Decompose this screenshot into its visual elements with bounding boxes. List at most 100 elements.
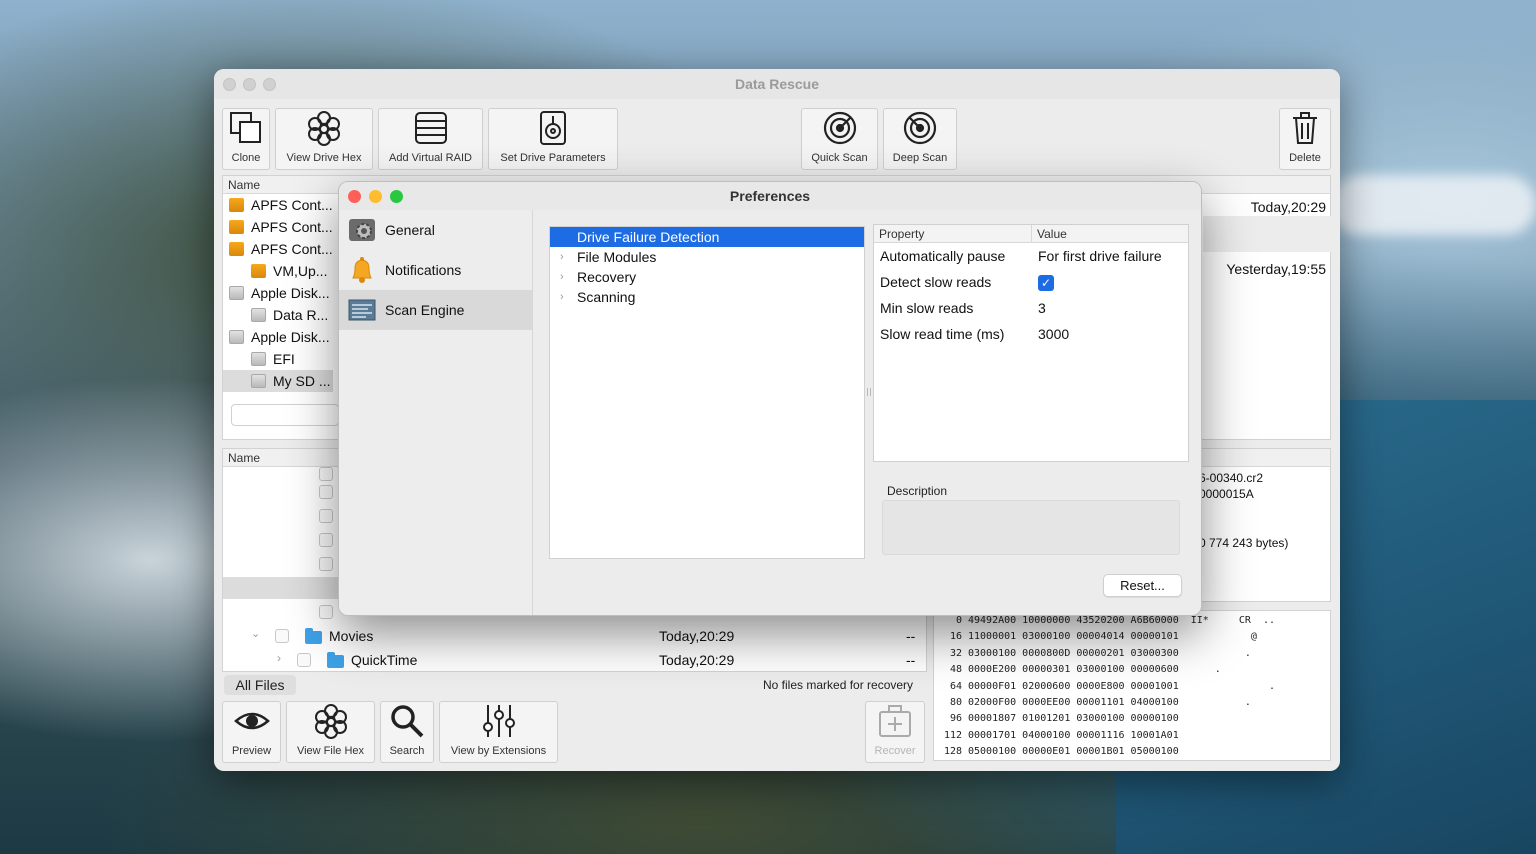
chevron-right-icon[interactable]: › xyxy=(560,291,577,303)
hex-ascii: @ xyxy=(1190,631,1257,643)
deep-scan-button[interactable]: Deep Scan xyxy=(883,108,957,170)
set-drive-parameters-button[interactable]: Set Drive Parameters xyxy=(488,108,618,170)
chevron-right-icon[interactable]: › xyxy=(560,251,577,263)
hex-row: 96 00001807 01001201 03000100 00000100 xyxy=(934,713,1330,729)
hex-offset: 64 xyxy=(949,680,962,692)
sidebar-item-label: General xyxy=(385,222,435,238)
drive-row-selected[interactable]: My SD ... xyxy=(223,370,333,392)
file-checkbox[interactable] xyxy=(319,467,333,481)
property-row[interactable]: Slow read time (ms) 3000 xyxy=(874,321,1188,347)
split-resize-handle[interactable] xyxy=(867,388,871,396)
file-row-quicktime[interactable]: › QuickTime Today,20:29 -- xyxy=(223,649,926,671)
category-file-modules[interactable]: › File Modules xyxy=(550,247,864,267)
chevron-right-icon[interactable]: › xyxy=(560,271,577,283)
bell-icon xyxy=(347,256,377,284)
raid-stack-icon xyxy=(414,112,447,144)
recover-button[interactable]: Recover xyxy=(865,701,925,763)
drive-label: APFS Cont... xyxy=(251,241,333,257)
view-drive-hex-label: View Drive Hex xyxy=(286,152,362,164)
hex-row: 48 0000E200 00000301 03000100 00000600 . xyxy=(934,664,1330,680)
category-drive-failure-detection[interactable]: Drive Failure Detection xyxy=(550,227,864,247)
hex-bytes: 49492A00 10000000 43520200 A6B60000 xyxy=(968,615,1179,626)
file-checkbox[interactable] xyxy=(319,605,333,619)
first-aid-box-icon xyxy=(879,705,911,737)
file-checkbox[interactable] xyxy=(319,509,333,523)
file-checkbox[interactable] xyxy=(319,485,333,499)
scan-engine-icon xyxy=(347,296,377,324)
view-file-hex-button[interactable]: View File Hex xyxy=(286,701,375,763)
category-scanning[interactable]: › Scanning xyxy=(550,287,864,307)
file-name: QuickTime xyxy=(351,652,418,668)
clone-button[interactable]: Clone xyxy=(222,108,270,170)
category-list: Drive Failure Detection › File Modules › R… xyxy=(549,226,865,559)
file-date: Today,20:29 xyxy=(659,652,735,668)
hex-ascii xyxy=(1179,730,1191,746)
view-by-extensions-button[interactable]: View by Extensions xyxy=(439,701,558,763)
hex-offset: 48 xyxy=(949,664,962,676)
recover-label: Recover xyxy=(874,745,916,757)
property-row[interactable]: Detect slow reads ✓ xyxy=(874,269,1188,295)
drive-orange-icon xyxy=(229,220,244,234)
property-value[interactable]: 3 xyxy=(1032,300,1188,316)
hex-ascii xyxy=(1179,713,1191,729)
hex-row: 112 00001701 04000100 00001116 10001A01 xyxy=(934,730,1330,746)
delete-button[interactable]: Delete xyxy=(1279,108,1331,170)
category-recovery[interactable]: › Recovery xyxy=(550,267,864,287)
hex-offset: 96 xyxy=(949,713,962,725)
folder-icon xyxy=(327,652,344,668)
file-checkbox[interactable] xyxy=(319,533,333,547)
detect-slow-reads-checkbox[interactable]: ✓ xyxy=(1038,274,1054,291)
gear-icon xyxy=(347,216,377,244)
hex-row: 80 02000F00 0000EE00 00001101 04000100 . xyxy=(934,697,1330,713)
property-row[interactable]: Min slow reads 3 xyxy=(874,295,1188,321)
drive-label: APFS Cont... xyxy=(251,219,333,235)
property-value: ✓ xyxy=(1032,274,1188,291)
drive-row-highlight xyxy=(1203,216,1331,252)
file-row-selected[interactable] xyxy=(223,577,341,599)
file-checkbox[interactable] xyxy=(275,629,289,643)
drive-orange-icon xyxy=(229,242,244,256)
description-label: Description xyxy=(887,484,948,498)
property-name: Slow read time (ms) xyxy=(880,326,1005,342)
recovery-status: No files marked for recovery xyxy=(763,678,914,692)
file-checkbox[interactable] xyxy=(319,557,333,571)
chevron-right-icon[interactable]: › xyxy=(277,651,281,665)
hex-bytes: 02000F00 0000EE00 00001101 04000100 xyxy=(968,696,1179,708)
drive-filter-input[interactable] xyxy=(231,404,339,426)
search-label: Search xyxy=(389,745,425,757)
quick-scan-button[interactable]: Quick Scan xyxy=(801,108,878,170)
drive-label: Data R... xyxy=(273,307,329,323)
radar-icon xyxy=(903,111,937,145)
hex-bytes: 03000100 0000800D 00000201 03000300 xyxy=(968,647,1179,659)
all-files-filter[interactable]: All Files xyxy=(224,675,296,695)
sidebar-item-notifications[interactable]: Notifications xyxy=(339,250,532,290)
chevron-down-icon[interactable]: ⌄ xyxy=(251,627,260,640)
deep-scan-label: Deep Scan xyxy=(892,152,948,164)
file-size: -- xyxy=(906,628,916,644)
property-value[interactable]: For first drive failure xyxy=(1032,248,1188,264)
hex-flower-icon xyxy=(308,111,340,146)
search-button[interactable]: Search xyxy=(380,701,434,763)
hex-row: 16 11000001 03000100 00004014 00000101 @ xyxy=(934,631,1330,647)
sidebar-item-general[interactable]: General xyxy=(339,210,532,250)
reset-button[interactable]: Reset... xyxy=(1103,574,1182,597)
delete-label: Delete xyxy=(1289,152,1321,164)
file-checkbox[interactable] xyxy=(297,653,311,667)
file-row-movies[interactable]: ⌄ Movies Today,20:29 -- xyxy=(223,625,926,647)
file-size: -- xyxy=(906,652,916,668)
value-column-header: Value xyxy=(1037,227,1067,241)
add-virtual-raid-button[interactable]: Add Virtual RAID xyxy=(378,108,483,170)
drive-gray-icon xyxy=(251,374,266,388)
clone-label: Clone xyxy=(231,152,261,164)
property-row[interactable]: Automatically pause For first drive fail… xyxy=(874,243,1188,269)
preview-button[interactable]: Preview xyxy=(222,701,281,763)
property-value[interactable]: 3000 xyxy=(1032,326,1188,342)
drive-gray-icon xyxy=(251,308,266,322)
clone-icon xyxy=(230,112,261,143)
hex-row: 64 00000F01 02000600 0000E800 00001001 . xyxy=(934,681,1330,697)
drive-date-today: Today,20:29 xyxy=(1250,199,1326,215)
view-drive-hex-button[interactable]: View Drive Hex xyxy=(275,108,373,170)
property-column-header: Property xyxy=(874,225,1032,242)
sidebar-item-scan-engine[interactable]: Scan Engine xyxy=(339,290,532,330)
drive-label: APFS Cont... xyxy=(251,197,333,213)
